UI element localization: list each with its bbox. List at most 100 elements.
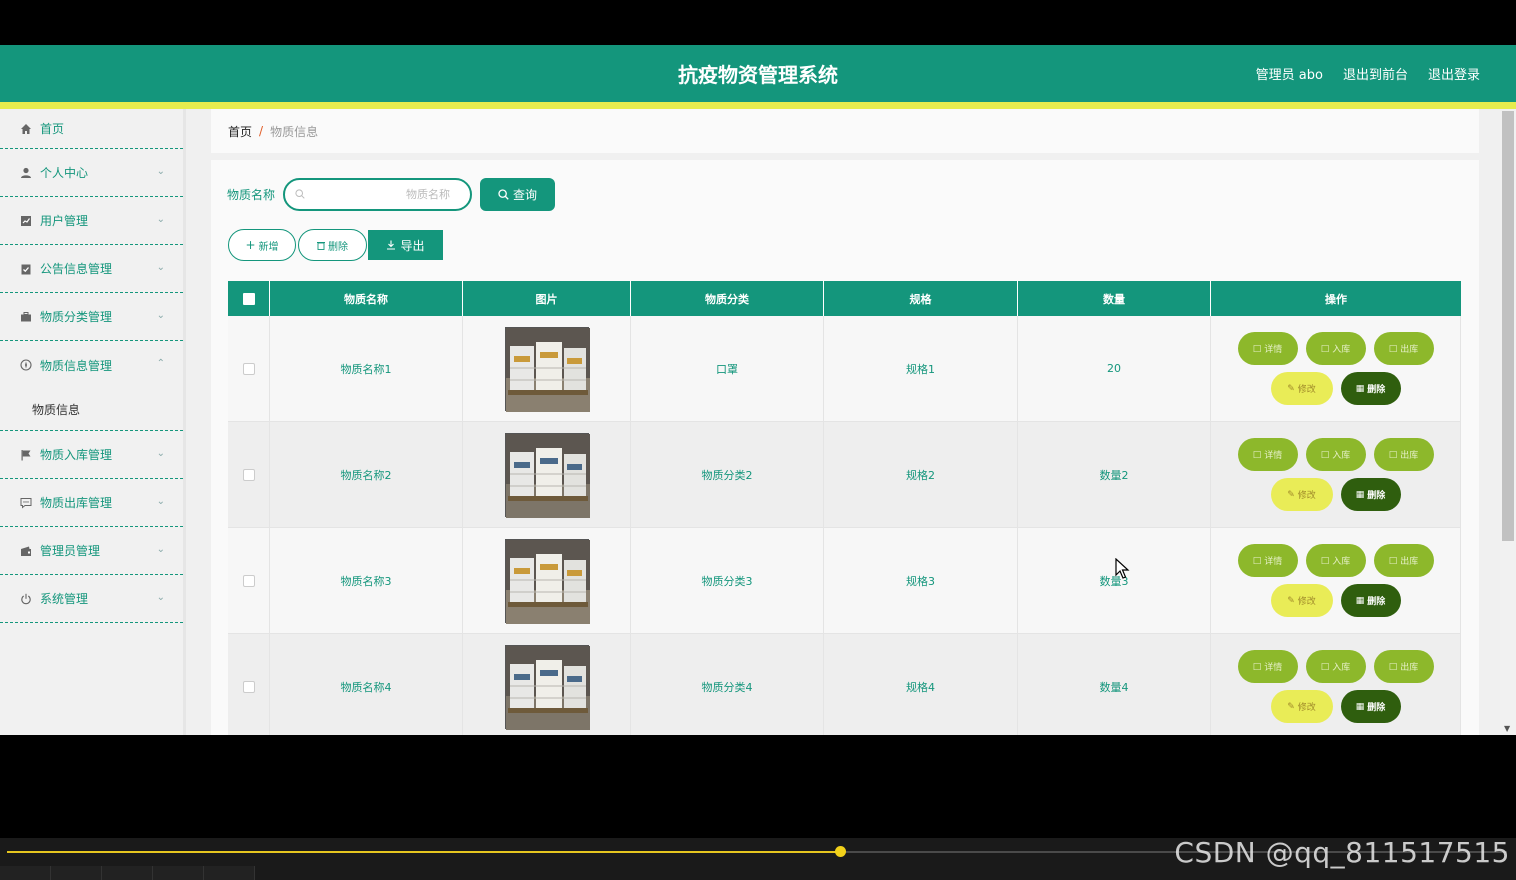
player-button[interactable]	[153, 866, 204, 880]
sidebar-item-stock-out[interactable]: 物质出库管理 ⌄	[0, 479, 183, 527]
cell-image	[463, 528, 631, 633]
chevron-down-icon: ⌄	[156, 262, 165, 273]
export-button[interactable]: 导出	[368, 230, 443, 260]
player-button[interactable]	[51, 866, 102, 880]
detail-button[interactable]: □ 详情	[1237, 332, 1298, 365]
sidebar-item-system[interactable]: 系统管理 ⌄	[0, 575, 183, 623]
row-delete-button[interactable]: ▦ 删除	[1340, 372, 1401, 405]
document-icon: □	[1252, 661, 1262, 672]
detail-button-label: 详情	[1264, 345, 1283, 355]
select-all-cell	[228, 281, 270, 316]
sidebar-item-notices[interactable]: 公告信息管理 ⌄	[0, 245, 183, 293]
table-header: 物质名称 图片 物质分类 规格 数量 操作	[228, 281, 1461, 316]
edit-button-label: 修改	[1297, 703, 1316, 713]
stock-out-button[interactable]: □ 出库	[1373, 438, 1434, 471]
document-icon: □	[1388, 555, 1398, 566]
column-header: 图片	[463, 281, 631, 316]
flag-icon	[19, 448, 33, 462]
player-button[interactable]	[102, 866, 153, 880]
cell-image	[463, 422, 631, 527]
trash-icon: ▦	[1355, 595, 1365, 606]
search-box[interactable]	[283, 178, 473, 211]
row-delete-button[interactable]: ▦ 删除	[1340, 690, 1401, 723]
chevron-down-icon: ⌄	[156, 592, 165, 603]
progress-handle[interactable]	[834, 846, 846, 857]
sidebar-item-materials[interactable]: 物质信息管理 ⌃	[0, 341, 183, 389]
sidebar-item-stock-in[interactable]: 物质入库管理 ⌄	[0, 431, 183, 479]
column-header: 数量	[1018, 281, 1211, 316]
edit-button-label: 修改	[1297, 385, 1316, 395]
breadcrumb-home[interactable]: 首页	[228, 123, 252, 140]
scrollbar-thumb[interactable]	[1502, 111, 1514, 541]
row-select-cell	[228, 422, 270, 527]
detail-button[interactable]: □ 详情	[1237, 438, 1298, 471]
stock-out-button-label: 出库	[1400, 557, 1419, 567]
edit-button[interactable]: ✎ 修改	[1270, 584, 1333, 617]
row-checkbox[interactable]	[242, 362, 255, 375]
material-photo[interactable]	[504, 432, 590, 518]
chevron-down-icon: ⌄	[156, 166, 165, 177]
row-checkbox[interactable]	[242, 574, 255, 587]
scroll-down-arrow-icon[interactable]: ▼	[1504, 724, 1510, 733]
cell-spec: 规格2	[824, 422, 1018, 527]
detail-button[interactable]: □ 详情	[1237, 650, 1298, 683]
row-checkbox[interactable]	[242, 680, 255, 693]
add-button[interactable]: + 新增	[228, 229, 296, 261]
player-button[interactable]	[204, 866, 255, 880]
cell-operations: □ 详情 □ 入库 □ 出库 ✎ 修改 ▦ 删除	[1211, 422, 1461, 527]
row-delete-button[interactable]: ▦ 删除	[1340, 584, 1401, 617]
cell-category: 物质分类3	[631, 528, 824, 633]
stock-out-button-label: 出库	[1400, 663, 1419, 673]
stock-in-button[interactable]: □ 入库	[1305, 650, 1366, 683]
sidebar-item-profile[interactable]: 个人中心 ⌄	[0, 149, 183, 197]
document-icon: □	[1252, 343, 1262, 354]
sidebar-item-label: 个人中心	[40, 166, 89, 180]
material-photo[interactable]	[504, 326, 590, 412]
sidebar-item-admins[interactable]: 管理员管理 ⌄	[0, 527, 183, 575]
logout-link[interactable]: 退出登录	[1428, 64, 1480, 83]
detail-button-label: 详情	[1264, 663, 1283, 673]
search-label: 物质名称	[227, 188, 276, 202]
query-button[interactable]: 查询	[480, 178, 556, 211]
row-delete-button[interactable]: ▦ 删除	[1340, 478, 1401, 511]
player-button[interactable]	[0, 866, 51, 880]
sidebar-subitem-material-info[interactable]: 物质信息	[0, 389, 183, 431]
column-header: 物质分类	[631, 281, 824, 316]
action-toolbar: + 新增 删除 导出	[228, 229, 443, 261]
stock-in-button[interactable]: □ 入库	[1305, 438, 1366, 471]
sidebar-item-home[interactable]: 首页	[0, 109, 183, 149]
cell-quantity: 数量3	[1018, 528, 1211, 633]
stock-out-button[interactable]: □ 出库	[1373, 650, 1434, 683]
stock-out-button[interactable]: □ 出库	[1373, 332, 1434, 365]
progress-fill	[7, 851, 840, 853]
material-photo[interactable]	[504, 538, 590, 624]
delete-button[interactable]: 删除	[298, 229, 367, 261]
vertical-scrollbar[interactable]: ▼	[1500, 109, 1516, 735]
sidebar-item-label: 物质出库管理	[40, 496, 113, 510]
sidebar-item-users[interactable]: 用户管理 ⌄	[0, 197, 183, 245]
add-button-label: 新增	[258, 241, 279, 253]
column-header: 操作	[1325, 292, 1347, 306]
select-all-checkbox[interactable]	[242, 292, 255, 305]
document-icon: □	[1252, 555, 1262, 566]
search-input[interactable]	[310, 185, 451, 205]
table-row: 物质名称2 物质分类2 规格2 数量2 □ 详情 □ 入库 □ 出库 ✎ 修改 ▦ 删除	[228, 422, 1461, 528]
to-front-link[interactable]: 退出到前台	[1343, 64, 1408, 83]
stock-in-button[interactable]: □ 入库	[1305, 544, 1366, 577]
cell-spec: 规格4	[824, 634, 1018, 735]
wallet-icon	[19, 544, 33, 558]
sidebar-item-categories[interactable]: 物质分类管理 ⌄	[0, 293, 183, 341]
row-checkbox[interactable]	[242, 468, 255, 481]
trash-icon: ▦	[1355, 489, 1365, 500]
detail-button[interactable]: □ 详情	[1237, 544, 1298, 577]
edit-button[interactable]: ✎ 修改	[1270, 372, 1333, 405]
material-photo[interactable]	[504, 644, 590, 730]
stock-out-button[interactable]: □ 出库	[1373, 544, 1434, 577]
edit-button[interactable]: ✎ 修改	[1270, 478, 1333, 511]
cell-name: 物质名称4	[270, 634, 463, 735]
breadcrumb-current: 物质信息	[270, 124, 319, 139]
edit-button[interactable]: ✎ 修改	[1270, 690, 1333, 723]
stock-in-button-label: 入库	[1332, 451, 1351, 461]
chart-icon	[19, 214, 33, 228]
stock-in-button[interactable]: □ 入库	[1305, 332, 1366, 365]
